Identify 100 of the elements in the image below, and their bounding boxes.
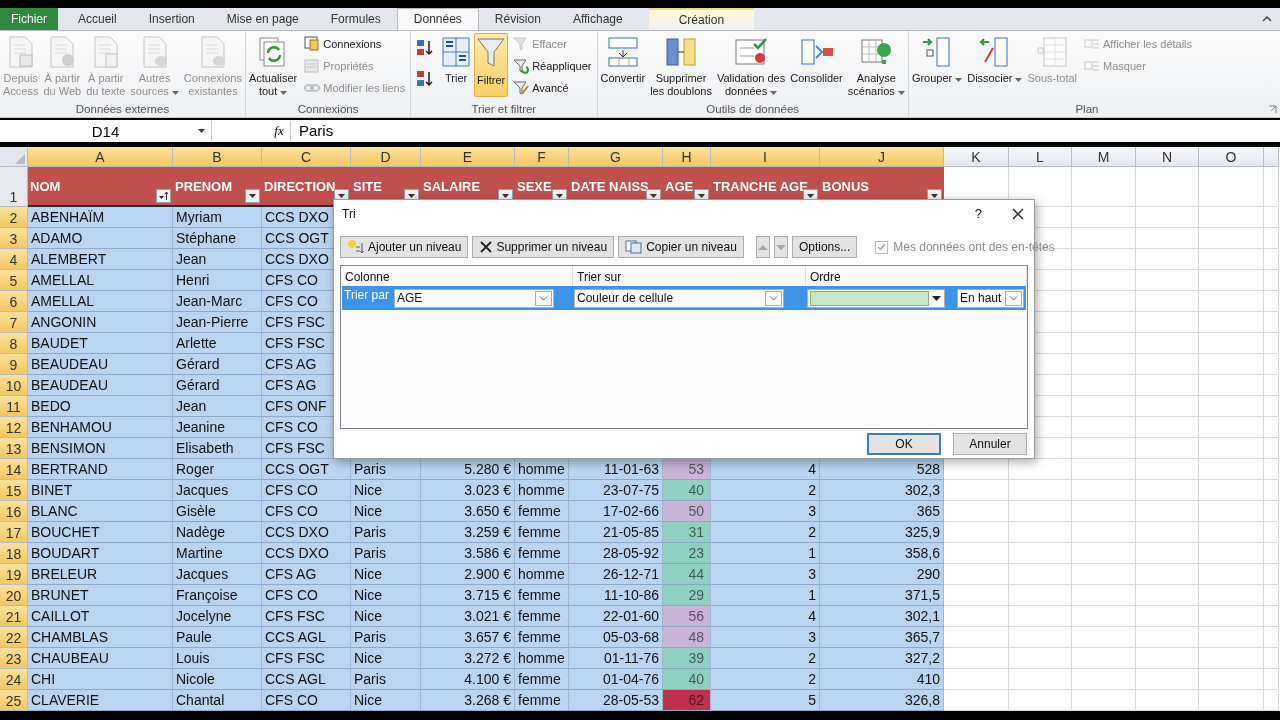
table-cell: BEAUDEAU — [28, 354, 173, 375]
ribbon-tab[interactable]: Révision — [478, 8, 557, 30]
ribbon-button[interactable]: Trier — [439, 33, 474, 97]
ribbon-button[interactable]: Supprimer les doublons — [648, 33, 714, 101]
ribbon-tab[interactable]: Formules — [314, 8, 397, 30]
column-header[interactable]: K — [944, 147, 1009, 167]
table-cell: 44 — [663, 564, 711, 585]
color-select[interactable] — [807, 288, 945, 308]
table-cell: 3.715 € — [421, 585, 515, 606]
ribbon-button[interactable]: Réappliquer — [511, 56, 594, 75]
close-icon[interactable] — [1012, 207, 1024, 220]
column-header[interactable]: H — [663, 147, 711, 167]
ribbon-button[interactable]: Avancé — [511, 78, 594, 97]
dialog-button[interactable]: OK — [867, 433, 941, 455]
row-number[interactable]: 14 — [0, 459, 28, 480]
table-cell: 3 — [711, 564, 820, 585]
ribbon-tab[interactable]: Mise en page — [210, 8, 315, 30]
dialog-button[interactable]: Annuler — [953, 433, 1027, 455]
column-header[interactable]: G — [569, 147, 663, 167]
row-number[interactable]: 15 — [0, 480, 28, 501]
ribbon-button[interactable]: Filtrer — [474, 33, 509, 97]
column-header[interactable]: F — [515, 147, 569, 167]
help-button[interactable]: ? — [960, 206, 996, 221]
table-cell: 01-11-76 — [569, 648, 663, 669]
row-number[interactable]: 12 — [0, 417, 28, 438]
column-header[interactable]: N — [1136, 147, 1199, 167]
ribbon-tab[interactable]: Création — [648, 8, 755, 30]
ribbon-button[interactable]: Convertir — [598, 33, 648, 97]
table-cell: Paris — [351, 669, 421, 690]
row-number[interactable]: 18 — [0, 543, 28, 564]
name-box[interactable]: D14 — [0, 121, 212, 141]
table-cell: Nicole — [173, 669, 262, 690]
dialog-button[interactable]: Ajouter un niveau — [340, 236, 469, 258]
table-cell: 3.586 € — [421, 543, 515, 564]
table-cell: Jacques — [173, 564, 262, 585]
row-number[interactable]: 25 — [0, 690, 28, 711]
row-number[interactable]: 2 — [0, 207, 28, 228]
column-header[interactable]: A — [28, 147, 173, 167]
column-header[interactable]: E — [421, 147, 515, 167]
row-number[interactable]: 20 — [0, 585, 28, 606]
column-header[interactable]: C — [262, 147, 351, 167]
column-header[interactable]: I — [711, 147, 820, 167]
row-number[interactable]: 17 — [0, 522, 28, 543]
row-number[interactable]: 5 — [0, 270, 28, 291]
ribbon-button[interactable]: Actualiser tout — [246, 33, 300, 101]
dialog-button[interactable]: Copier un niveau — [618, 236, 744, 258]
ribbon-tab[interactable]: Fichier — [0, 8, 58, 30]
row-number[interactable]: 9 — [0, 354, 28, 375]
dialog-button[interactable]: Supprimer un niveau — [472, 236, 615, 258]
column-header[interactable]: D — [351, 147, 421, 167]
sort-on-select[interactable]: Couleur de cellule — [574, 288, 784, 308]
sort-level-row[interactable]: Trier par AGE Couleur de cellule En haut — [342, 286, 1026, 310]
row-number[interactable]: 23 — [0, 648, 28, 669]
dialog-button[interactable]: Options... — [791, 236, 858, 258]
column-select[interactable]: AGE — [394, 288, 554, 308]
column-header[interactable]: L — [1009, 147, 1072, 167]
row-number[interactable]: 19 — [0, 564, 28, 585]
row-number[interactable]: 22 — [0, 627, 28, 648]
table-cell: Arlette — [173, 333, 262, 354]
ribbon-button[interactable]: Validation des données — [714, 33, 788, 101]
row-number[interactable]: 7 — [0, 312, 28, 333]
table-cell: femme — [515, 627, 569, 648]
collapse-icon[interactable] — [1262, 15, 1272, 22]
dialog-launcher-icon[interactable] — [1268, 105, 1277, 114]
ribbon-button[interactable]: Analyse scénarios — [845, 33, 907, 101]
filter-button[interactable] — [245, 189, 260, 203]
ribbon-tab[interactable]: Insertion — [132, 8, 211, 30]
filter-button[interactable] — [156, 189, 171, 203]
row-number[interactable]: 10 — [0, 375, 28, 396]
row-number[interactable]: 1 — [0, 167, 28, 207]
row-number[interactable]: 16 — [0, 501, 28, 522]
row-number[interactable]: 13 — [0, 438, 28, 459]
row-number[interactable]: 6 — [0, 291, 28, 312]
ribbon-button[interactable]: Grouper — [909, 33, 965, 97]
table-icon — [606, 36, 639, 68]
row-number[interactable]: 21 — [0, 606, 28, 627]
insert-function-button[interactable]: fx — [268, 123, 290, 139]
row-number[interactable]: 8 — [0, 333, 28, 354]
table-cell: ABENHAÏM — [28, 207, 173, 228]
ribbon-button[interactable]: Connexions — [302, 34, 408, 53]
column-header[interactable]: M — [1072, 147, 1136, 167]
table-cell: 1 — [711, 543, 820, 564]
ribbon-tab[interactable]: Affichage — [556, 8, 639, 30]
row-number[interactable]: 3 — [0, 228, 28, 249]
corner-triangle-icon — [15, 154, 25, 164]
ribbon-button[interactable]: Dissocier — [965, 33, 1025, 97]
column-header[interactable]: B — [173, 147, 262, 167]
column-header[interactable]: O — [1199, 147, 1264, 167]
row-number[interactable]: 24 — [0, 669, 28, 690]
row-number[interactable]: 11 — [0, 396, 28, 417]
position-select[interactable]: En haut — [957, 288, 1024, 308]
column-header[interactable]: J — [820, 147, 944, 167]
row-number[interactable]: 4 — [0, 249, 28, 270]
ribbon-tab[interactable]: Données — [396, 8, 479, 30]
ribbon-tab[interactable]: Accueil — [62, 8, 133, 30]
table-cell: Paule — [173, 627, 262, 648]
formula-field[interactable]: Paris — [290, 121, 1280, 141]
table-cell: 23-07-75 — [569, 480, 663, 501]
table-cell: CHAMBLAS — [28, 627, 173, 648]
ribbon-button[interactable]: Consolider — [788, 33, 845, 97]
